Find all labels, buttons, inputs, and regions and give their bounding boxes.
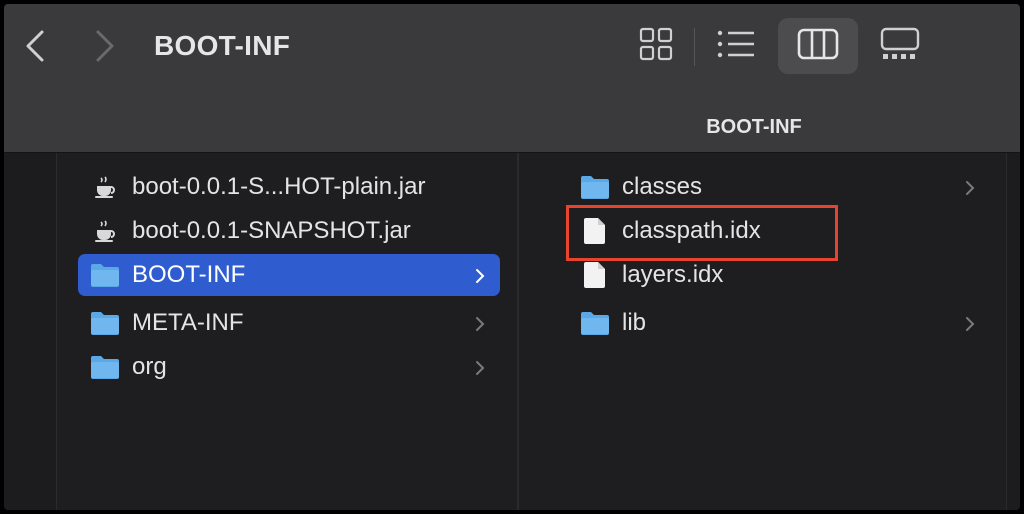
item-label: classes (622, 173, 703, 200)
chevron-right-icon (964, 313, 976, 341)
grid-icon (639, 27, 673, 66)
folder-icon (580, 173, 610, 201)
chevron-right-icon (474, 313, 486, 341)
list-item-selected[interactable]: BOOT-INF (78, 254, 500, 296)
folder-icon (90, 353, 120, 381)
chevron-left-icon (20, 26, 50, 66)
forward-button[interactable] (90, 26, 120, 66)
list-item[interactable]: boot-0.0.1-SNAPSHOT.jar (90, 210, 500, 252)
folder-icon (90, 309, 120, 337)
list-item[interactable]: META-INF (90, 302, 500, 344)
column-view-button[interactable] (778, 18, 858, 74)
next-column (1006, 153, 1020, 510)
gallery-icon (880, 27, 920, 66)
list-item[interactable]: lib (580, 302, 990, 344)
chevron-right-icon (474, 265, 486, 293)
list-icon (716, 29, 756, 64)
finder-window: BOOT-INF BOOT-INF boot-0.0.1-S...HOT-pla… (4, 4, 1020, 510)
list-item[interactable]: org (90, 346, 500, 388)
gallery-view-button[interactable] (860, 18, 940, 74)
window-title: BOOT-INF (154, 30, 291, 61)
columns-icon (797, 28, 839, 65)
item-label: META-INF (132, 309, 244, 336)
chevron-right-icon (474, 357, 486, 385)
folder-icon (580, 309, 610, 337)
item-label: boot-0.0.1-SNAPSHOT.jar (132, 217, 411, 244)
list-item[interactable]: classes (580, 166, 990, 208)
list-item[interactable]: boot-0.0.1-S...HOT-plain.jar (90, 166, 500, 208)
toolbar: BOOT-INF BOOT-INF (4, 4, 1020, 153)
item-label: boot-0.0.1-S...HOT-plain.jar (132, 173, 426, 200)
item-label: BOOT-INF (132, 261, 246, 288)
icon-view-button[interactable] (616, 18, 696, 74)
java-jar-icon (90, 173, 120, 201)
annotation-highlight-box (566, 205, 838, 261)
item-label: org (132, 353, 167, 380)
chevron-right-icon (90, 26, 120, 66)
chevron-right-icon (964, 177, 976, 205)
item-label: layers.idx (622, 261, 724, 288)
back-button[interactable] (20, 26, 50, 66)
file-icon (580, 261, 610, 289)
java-jar-icon (90, 217, 120, 245)
folder-icon (90, 261, 120, 289)
item-label: lib (622, 309, 647, 336)
list-view-button[interactable] (696, 18, 776, 74)
path-bar-title: BOOT-INF (706, 116, 802, 138)
toolbar-separator (694, 28, 695, 66)
